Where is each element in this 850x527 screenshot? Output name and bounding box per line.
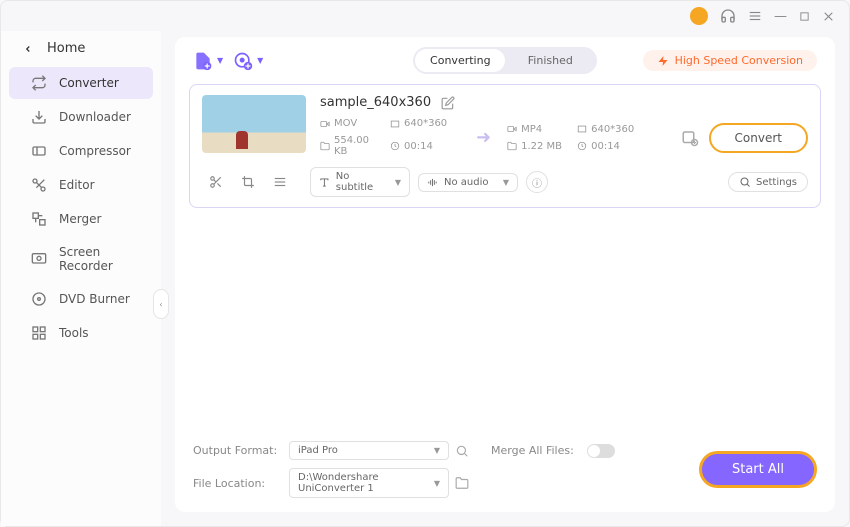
sidebar-item-label: Compressor [59, 144, 131, 158]
file-location-label: File Location: [193, 477, 283, 490]
support-icon[interactable] [720, 8, 736, 24]
open-folder-icon[interactable] [455, 476, 485, 490]
add-file-icon [193, 51, 213, 71]
duration-icon [390, 141, 400, 151]
subtitle-icon [319, 177, 330, 188]
main-panel: ▼ ▼ Converting Finished High Speed Conve… [175, 37, 835, 512]
sidebar-item-label: Downloader [59, 110, 131, 124]
file-location-select[interactable]: D:\Wondershare UniConverter 1▼ [289, 468, 449, 498]
sidebar-item-screen-recorder[interactable]: Screen Recorder [9, 237, 153, 281]
size-icon [320, 141, 330, 151]
lightning-icon [657, 55, 669, 67]
target-spec: MP4 640*360 1.22 MB 00:14 [507, 124, 647, 152]
output-format-select[interactable]: iPad Pro▼ [289, 441, 449, 460]
sidebar-item-label: DVD Burner [59, 292, 130, 306]
start-all-button[interactable]: Start All [699, 451, 817, 488]
merger-icon [31, 211, 47, 227]
output-settings-icon[interactable] [681, 129, 699, 147]
minimize-button[interactable]: — [774, 9, 787, 24]
add-dvd-button[interactable]: ▼ [233, 51, 263, 71]
video-thumbnail[interactable] [202, 95, 306, 153]
chevron-down-icon: ▼ [217, 56, 223, 65]
resolution-icon [577, 124, 587, 134]
dvd-icon [31, 291, 47, 307]
menu-icon[interactable] [748, 9, 762, 23]
info-button[interactable]: ⓘ [526, 171, 548, 193]
converter-icon [31, 75, 47, 91]
chevron-down-icon: ▼ [257, 56, 263, 65]
more-tools-button[interactable] [268, 170, 292, 194]
sidebar-item-label: Converter [59, 76, 119, 90]
sidebar-item-label: Tools [59, 326, 89, 340]
audio-select[interactable]: No audio ▼ [418, 173, 518, 192]
preview-icon[interactable] [455, 444, 485, 458]
audio-value: No audio [444, 177, 489, 188]
size-icon [507, 141, 517, 151]
compressor-icon [31, 143, 47, 159]
subtitle-value: No subtitle [336, 171, 389, 193]
editor-icon [31, 177, 47, 193]
chevron-down-icon: ▼ [395, 178, 401, 187]
tab-finished[interactable]: Finished [505, 49, 595, 72]
high-speed-badge[interactable]: High Speed Conversion [643, 50, 817, 71]
arrow-right-icon: ➜ [476, 127, 491, 148]
sidebar-item-downloader[interactable]: Downloader [9, 101, 153, 133]
sidebar-item-label: Merger [59, 212, 101, 226]
crop-button[interactable] [236, 170, 260, 194]
chevron-down-icon: ▼ [503, 178, 509, 187]
audio-icon [427, 177, 438, 188]
tab-group: Converting Finished [413, 47, 597, 74]
add-file-button[interactable]: ▼ [193, 51, 223, 71]
sidebar-item-tools[interactable]: Tools [9, 317, 153, 349]
gear-search-icon [739, 176, 751, 188]
chevron-down-icon: ▼ [434, 446, 440, 455]
top-bar: ▼ ▼ Converting Finished High Speed Conve… [175, 37, 835, 84]
sidebar-item-editor[interactable]: Editor [9, 169, 153, 201]
trim-button[interactable] [204, 170, 228, 194]
tools-icon [31, 325, 47, 341]
video-icon [320, 119, 330, 129]
close-button[interactable] [822, 10, 835, 23]
file-settings-button[interactable]: Settings [728, 172, 808, 192]
output-format-label: Output Format: [193, 444, 283, 457]
bottom-bar: Output Format: iPad Pro▼ Merge All Files… [175, 431, 835, 512]
duration-icon [577, 141, 587, 151]
settings-label: Settings [756, 177, 797, 188]
file-list: sample_640x360 MOV 640*360 554.00 KB 00:… [175, 84, 835, 431]
screen-recorder-icon [31, 251, 47, 267]
edit-name-icon[interactable] [441, 96, 455, 110]
sidebar: Home Converter Downloader Compressor Edi… [1, 31, 161, 526]
sidebar-item-label: Screen Recorder [59, 245, 131, 273]
download-icon [31, 109, 47, 125]
sidebar-item-label: Editor [59, 178, 95, 192]
sidebar-item-dvd-burner[interactable]: DVD Burner [9, 283, 153, 315]
collapse-sidebar-button[interactable]: ‹ [153, 289, 169, 319]
sidebar-item-merger[interactable]: Merger [9, 203, 153, 235]
merge-toggle[interactable] [587, 444, 615, 458]
user-avatar[interactable] [690, 7, 708, 25]
home-label: Home [47, 41, 85, 56]
title-bar: — [1, 1, 849, 31]
convert-button[interactable]: Convert [709, 123, 808, 153]
add-dvd-icon [233, 51, 253, 71]
sidebar-item-converter[interactable]: Converter [9, 67, 153, 99]
file-name: sample_640x360 [320, 95, 431, 110]
tab-converting[interactable]: Converting [415, 49, 505, 72]
maximize-button[interactable] [799, 11, 810, 22]
chevron-down-icon: ▼ [434, 479, 440, 488]
home-button[interactable]: Home [1, 35, 161, 62]
high-speed-label: High Speed Conversion [675, 54, 803, 67]
subtitle-select[interactable]: No subtitle ▼ [310, 167, 410, 197]
merge-label: Merge All Files: [491, 444, 581, 457]
resolution-icon [390, 119, 400, 129]
source-spec: MOV 640*360 554.00 KB 00:14 [320, 118, 460, 157]
sidebar-item-compressor[interactable]: Compressor [9, 135, 153, 167]
file-item: sample_640x360 MOV 640*360 554.00 KB 00:… [189, 84, 821, 208]
video-icon [507, 124, 517, 134]
